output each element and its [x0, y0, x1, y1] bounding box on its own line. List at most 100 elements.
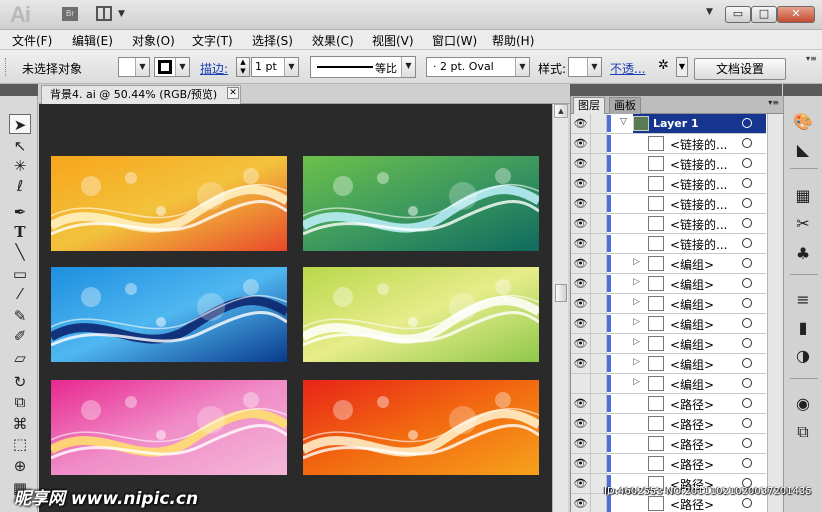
document-tab[interactable]: 背景4. ai @ 50.44% (RGB/预览): [41, 85, 241, 104]
layer-row[interactable]: 👁 ▷ <编组>: [571, 334, 766, 354]
eye-icon[interactable]: 👁: [571, 394, 591, 413]
artboard-canvas[interactable]: [39, 104, 552, 512]
brush-definition[interactable]: · 2 pt. Oval ▼: [426, 57, 530, 77]
target-icon[interactable]: [742, 198, 752, 208]
target-icon[interactable]: [742, 218, 752, 228]
lasso-tool-icon[interactable]: ℓ: [9, 176, 31, 196]
layer-row[interactable]: 👁 ▷ <编组>: [571, 314, 766, 334]
appearance-icon[interactable]: ◉: [793, 394, 813, 414]
eye-icon[interactable]: 👁: [571, 314, 591, 333]
lock-toggle[interactable]: [591, 414, 607, 433]
layer-row-layer1[interactable]: 👁 ▽ Layer 1: [571, 114, 766, 134]
layer-row[interactable]: 👁 ▷ <编组>: [571, 274, 766, 294]
control-panel-menu-icon[interactable]: ▾≡: [806, 54, 817, 63]
layer-row[interactable]: 👁 <链接的...: [571, 194, 766, 214]
target-icon[interactable]: [742, 238, 752, 248]
menu-window[interactable]: 窗口(W): [432, 32, 477, 49]
eye-icon[interactable]: 👁: [571, 334, 591, 353]
menu-object[interactable]: 对象(O): [132, 32, 175, 49]
scroll-up-icon[interactable]: ▲: [554, 104, 568, 118]
lock-toggle[interactable]: [591, 454, 607, 473]
lock-toggle[interactable]: [591, 354, 607, 373]
lock-toggle[interactable]: [591, 434, 607, 453]
stroke-icon[interactable]: ≡: [793, 290, 813, 310]
layer-row[interactable]: 👁 ▷ <编组>: [571, 254, 766, 274]
menu-select[interactable]: 选择(S): [252, 32, 293, 49]
pen-tool-icon[interactable]: ✒: [9, 202, 31, 222]
lock-toggle[interactable]: [591, 194, 607, 213]
eye-icon[interactable]: 👁: [571, 294, 591, 313]
eye-icon[interactable]: 👁: [571, 494, 591, 512]
tools-panel-header[interactable]: [0, 84, 38, 96]
menu-edit[interactable]: 编辑(E): [72, 32, 113, 49]
target-icon[interactable]: [742, 338, 752, 348]
lock-toggle[interactable]: [591, 114, 607, 133]
menu-help[interactable]: 帮助(H): [492, 32, 534, 49]
menu-file[interactable]: 文件(F): [12, 32, 52, 49]
eye-icon[interactable]: 👁: [571, 414, 591, 433]
gradient-icon[interactable]: ▮: [793, 318, 813, 338]
pencil-tool-icon[interactable]: ✎: [9, 306, 31, 326]
target-icon[interactable]: [742, 358, 752, 368]
lock-toggle[interactable]: [591, 254, 607, 273]
lock-toggle[interactable]: [591, 214, 607, 233]
scrollbar-thumb[interactable]: [555, 284, 567, 302]
stroke-color-picker[interactable]: ▼: [154, 57, 190, 77]
thumbnail-lime-wave[interactable]: [303, 267, 539, 362]
tab-layers[interactable]: 图层: [573, 97, 605, 114]
thumbnail-blue-wave[interactable]: [51, 267, 287, 362]
layer-row[interactable]: 👁 ▷ <编组>: [571, 354, 766, 374]
thumbnail-green-wave[interactable]: [303, 156, 539, 251]
eye-icon[interactable]: 👁: [571, 434, 591, 453]
expand-triangle-icon[interactable]: ▽: [620, 117, 627, 127]
scale-tool-icon[interactable]: ⧉: [9, 392, 31, 412]
lock-toggle[interactable]: [591, 234, 607, 253]
canvas-vertical-scrollbar[interactable]: ▲: [552, 104, 568, 512]
paintbrush-tool-icon[interactable]: ⁄: [9, 284, 31, 304]
workspace-dropdown-icon[interactable]: ▼: [706, 7, 713, 17]
lock-toggle[interactable]: [591, 174, 607, 193]
target-icon[interactable]: [742, 418, 752, 428]
layer-row[interactable]: 👁 <路径>: [571, 394, 766, 414]
eye-icon[interactable]: 👁: [571, 214, 591, 233]
eye-icon[interactable]: 👁: [571, 174, 591, 193]
document-setup-button[interactable]: 文档设置: [694, 58, 786, 80]
magic-wand-tool-icon[interactable]: ✳: [9, 156, 31, 176]
color-guide-icon[interactable]: ◣: [793, 140, 813, 160]
target-icon[interactable]: [742, 138, 752, 148]
bridge-button[interactable]: Br: [62, 7, 78, 21]
eye-icon[interactable]: 👁: [571, 254, 591, 273]
lock-toggle[interactable]: [591, 294, 607, 313]
layer-row[interactable]: ▷ <编组>: [571, 374, 766, 394]
target-icon[interactable]: [742, 378, 752, 388]
eye-icon[interactable]: 👁: [571, 354, 591, 373]
brushes-icon[interactable]: ✂: [793, 214, 813, 234]
layer-row[interactable]: 👁 <链接的...: [571, 134, 766, 154]
swatches-icon[interactable]: ▦: [793, 186, 813, 206]
symbols-icon[interactable]: ♣: [793, 244, 813, 264]
rotate-tool-icon[interactable]: ↻: [9, 372, 31, 392]
stroke-weight-field[interactable]: 1 pt ▼: [251, 57, 299, 77]
target-icon[interactable]: [742, 438, 752, 448]
layers-panel-header[interactable]: [570, 84, 782, 96]
expand-triangle-icon[interactable]: ▷: [633, 277, 640, 287]
layer-row[interactable]: 👁 <链接的...: [571, 174, 766, 194]
panel-menu-icon[interactable]: ▾≡: [768, 98, 779, 107]
rectangle-tool-icon[interactable]: ▭: [9, 264, 31, 284]
lock-toggle[interactable]: [591, 154, 607, 173]
expand-triangle-icon[interactable]: ▷: [633, 297, 640, 307]
lock-toggle[interactable]: [591, 274, 607, 293]
recolor-artwork-button[interactable]: ✲ ▼: [658, 57, 688, 77]
target-icon[interactable]: [742, 298, 752, 308]
eye-icon[interactable]: 👁: [571, 274, 591, 293]
eye-icon[interactable]: 👁: [571, 234, 591, 253]
eye-icon[interactable]: [571, 374, 591, 393]
blob-brush-tool-icon[interactable]: ✐: [9, 326, 31, 346]
expand-triangle-icon[interactable]: ▷: [633, 377, 640, 387]
target-icon[interactable]: [742, 458, 752, 468]
lock-toggle[interactable]: [591, 314, 607, 333]
eye-icon[interactable]: 👁: [571, 114, 591, 133]
eraser-tool-icon[interactable]: ▱: [9, 348, 31, 368]
layer-row[interactable]: 👁 <路径>: [571, 414, 766, 434]
eye-icon[interactable]: 👁: [571, 194, 591, 213]
